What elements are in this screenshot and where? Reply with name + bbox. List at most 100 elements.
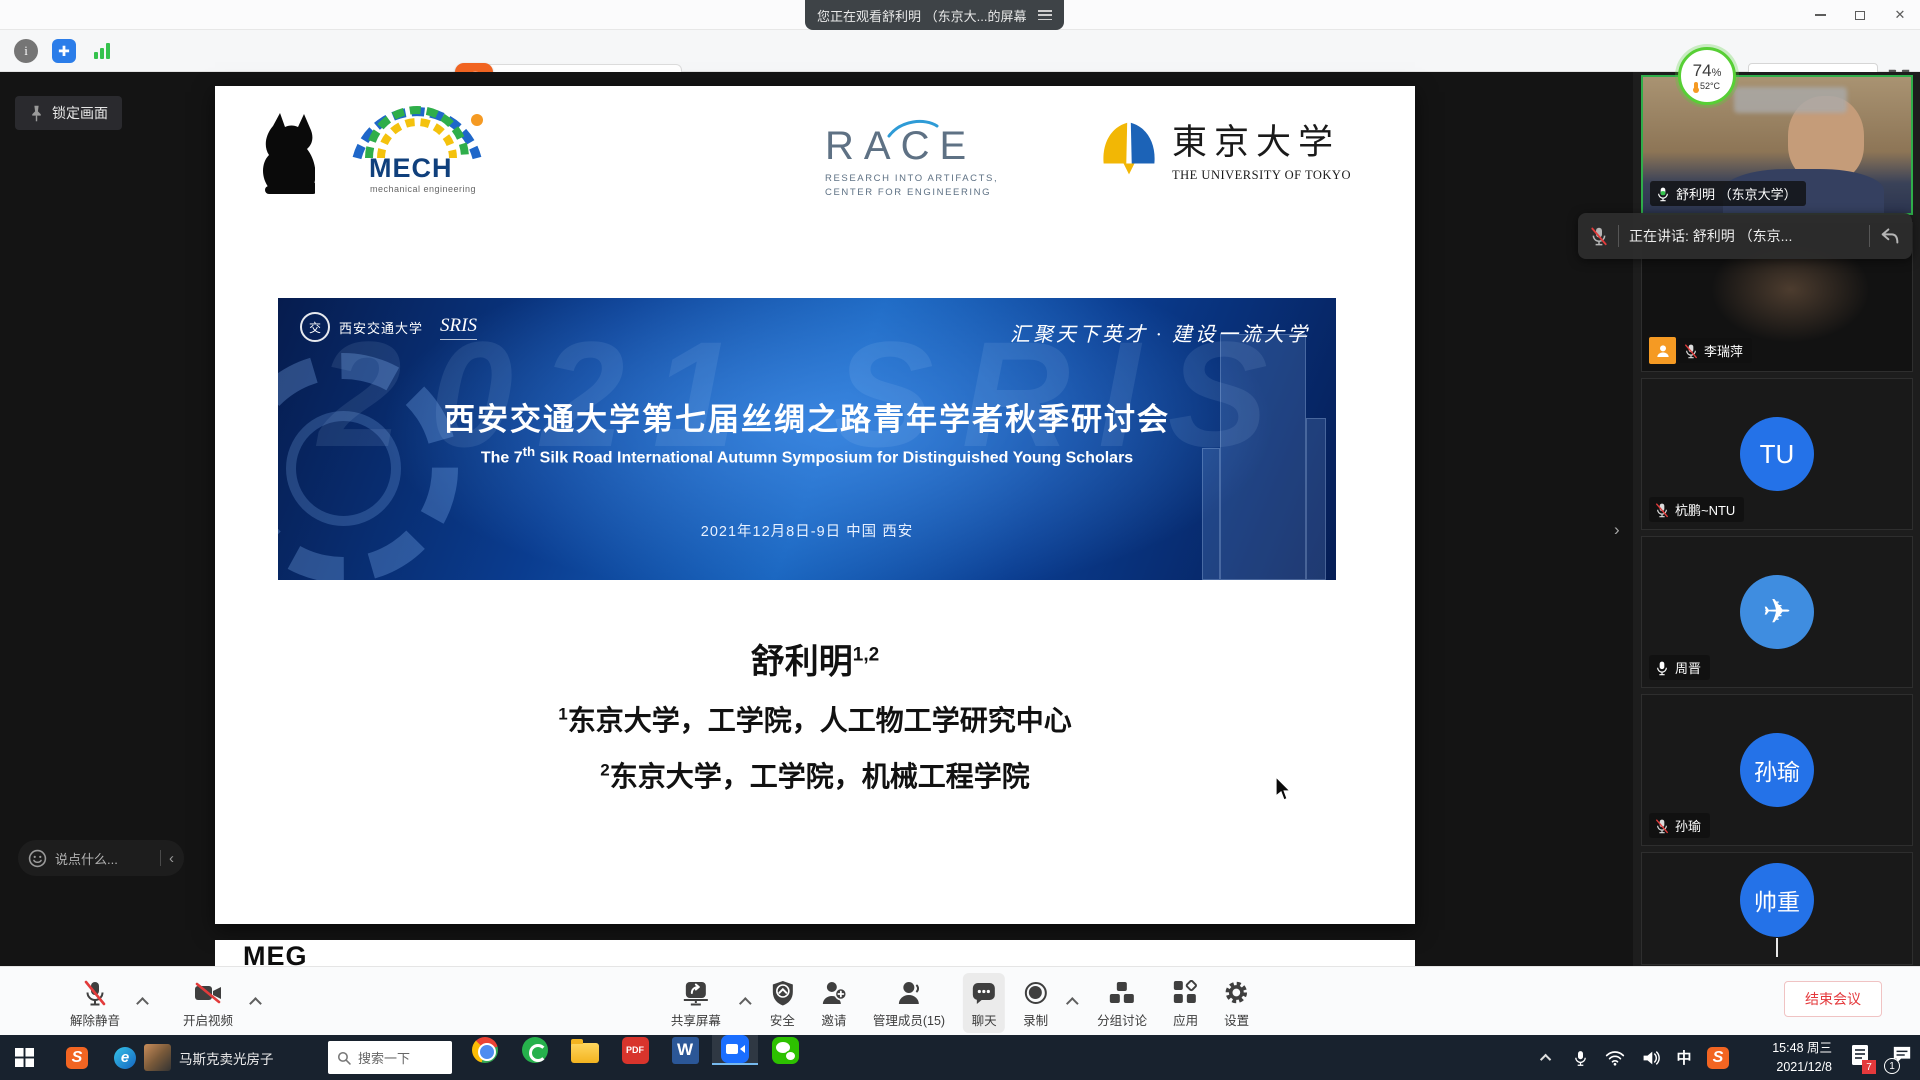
invite-button[interactable]: 邀请	[813, 973, 855, 1033]
race-subtitle-line1: RESEARCH INTO ARTIFACTS,	[825, 172, 1055, 186]
mech-subtitle: mechanical engineering	[370, 184, 503, 194]
participant-name: 杭鹏~NTU	[1675, 500, 1735, 519]
speaking-toast: 正在讲话: 舒利明 （东京...	[1578, 213, 1912, 259]
record-options-chevron[interactable]	[1066, 997, 1079, 1010]
mic-on-icon	[1656, 186, 1670, 202]
meeting-app-icon[interactable]	[712, 1035, 758, 1065]
author-block: 舒利明1,2 1东京大学，工学院，人工物工学研究中心 2东京大学，工学院，机械工…	[215, 634, 1415, 795]
apps-button[interactable]: 应用	[1165, 973, 1206, 1033]
video-tile[interactable]: 孙瑜 孙瑜	[1641, 694, 1913, 846]
windows-taskbar: S e 马斯克卖光房子 搜索一下 PDF W 中 S 15:48 周三 2021…	[0, 1035, 1920, 1080]
wechat-icon[interactable]	[762, 1035, 808, 1065]
xjtu-name: 西安交通大学	[339, 318, 423, 337]
share-screen-icon	[682, 979, 710, 1006]
window-title-bar: 您正在观看舒利明 （东京大...的屏幕 ✕	[0, 0, 1920, 30]
maximize-button[interactable]	[1840, 0, 1880, 30]
race-title: RACE	[825, 126, 1055, 166]
tray-sogou-icon[interactable]: S	[1700, 1035, 1736, 1080]
document-badge: 7	[1862, 1060, 1876, 1074]
participant-name: 李瑞萍	[1704, 341, 1743, 360]
settings-button[interactable]: 设置	[1216, 973, 1257, 1033]
mic-muted-icon	[1684, 343, 1698, 359]
chat-collapse-icon[interactable]: ‹	[169, 850, 174, 867]
close-button[interactable]: ✕	[1880, 0, 1920, 30]
divider	[160, 850, 161, 866]
blur-region	[1734, 87, 1847, 113]
scroll-more-chevron[interactable]	[1776, 938, 1778, 956]
video-tile-speaker[interactable]: 舒利明 （东京大学）	[1641, 75, 1913, 215]
utokyo-logo: 東京大学 THE UNIVERSITY OF TOKYO	[1100, 114, 1351, 183]
xjtu-logo-block: 交 西安交通大学 SRIS	[300, 312, 477, 342]
chat-button[interactable]: 聊天	[963, 973, 1005, 1033]
start-video-button[interactable]: 开启视频	[175, 973, 241, 1033]
taskbar-search-box[interactable]: 搜索一下	[328, 1041, 452, 1074]
tray-document-icon[interactable]: 7	[1842, 1035, 1878, 1080]
record-button[interactable]: 录制	[1015, 973, 1056, 1033]
emoji-icon[interactable]	[28, 849, 47, 868]
battery-overlay: 74% 52°C	[1678, 47, 1736, 105]
action-center-icon[interactable]: 1	[1884, 1035, 1920, 1080]
banner-menu-icon[interactable]	[1038, 10, 1052, 20]
share-screen-button[interactable]: 共享屏幕	[663, 973, 729, 1033]
share-options-chevron[interactable]	[739, 997, 752, 1010]
security-button[interactable]: 安全	[762, 973, 803, 1033]
news-thumbnail	[144, 1044, 171, 1071]
audio-options-chevron[interactable]	[136, 997, 149, 1010]
building-graphic-wing2	[1202, 448, 1220, 580]
mic-on-icon	[1655, 660, 1669, 676]
affiliation-1: 1东京大学，工学院，人工物工学研究中心	[215, 699, 1415, 739]
chat-placeholder[interactable]: 说点什么...	[55, 849, 152, 868]
sogou-taskbar-icon[interactable]: S	[55, 1035, 99, 1080]
green-browser-icon[interactable]	[512, 1035, 558, 1065]
mic-muted-icon	[1590, 226, 1608, 246]
affiliation-2: 2东京大学，工学院，机械工程学院	[215, 755, 1415, 795]
lock-view-button[interactable]: 锁定画面	[15, 96, 122, 130]
health-shield-icon[interactable]: ✚	[52, 39, 76, 63]
chrome-icon[interactable]	[462, 1035, 508, 1065]
speaking-toast-text: 正在讲话: 舒利明 （东京...	[1629, 226, 1859, 246]
news-headline[interactable]: 马斯克卖光房子	[179, 1048, 274, 1068]
next-page-peek: MEG	[215, 940, 1415, 966]
word-icon[interactable]: W	[662, 1035, 708, 1065]
taskbar-news-widget[interactable]: e 马斯克卖光房子	[108, 1035, 280, 1080]
quick-chat-input[interactable]: 说点什么... ‹	[18, 840, 184, 876]
video-options-chevron[interactable]	[249, 997, 262, 1010]
symposium-title-en: The 7th Silk Road International Autumn S…	[278, 444, 1336, 467]
divider	[1869, 225, 1870, 247]
mouse-cursor	[1274, 776, 1294, 802]
tray-wifi-icon[interactable]	[1598, 1035, 1632, 1080]
mech-logo: MECH mechanical engineering	[343, 100, 503, 194]
tray-input-indicator[interactable]: 中	[1668, 1035, 1700, 1080]
pdf-reader-icon[interactable]: PDF	[612, 1035, 658, 1065]
members-icon	[896, 979, 922, 1006]
invite-person-icon	[821, 979, 847, 1006]
unmute-button[interactable]: 解除静音	[62, 973, 128, 1033]
tray-volume-icon[interactable]	[1634, 1035, 1668, 1080]
end-meeting-button[interactable]: 结束会议	[1784, 981, 1882, 1017]
search-placeholder[interactable]: 搜索一下	[358, 1048, 410, 1067]
avatar-initials: 孙瑜	[1740, 733, 1814, 807]
tray-mic-icon[interactable]	[1564, 1035, 1596, 1080]
network-signal-icon[interactable]	[94, 43, 110, 59]
start-button[interactable]	[0, 1035, 48, 1080]
participant-name: 舒利明 （东京大学）	[1676, 184, 1797, 203]
meeting-info-icon[interactable]: i	[14, 39, 38, 63]
taskbar-clock[interactable]: 15:48 周三 2021/12/8	[1738, 1035, 1834, 1080]
reply-arrow-icon[interactable]	[1880, 227, 1900, 245]
sidebar-collapse-icon[interactable]: ›	[1614, 520, 1620, 540]
presentation-slide: MECH mechanical engineering RACE RESEARC…	[215, 86, 1415, 924]
tray-overflow-chevron[interactable]	[1532, 1035, 1562, 1080]
video-tile[interactable]: ✈ 周晋	[1641, 536, 1913, 688]
video-tile[interactable]: TU 杭鹏~NTU	[1641, 378, 1913, 530]
meeting-top-toolbar: i ✚ S 中 ’, 02:02:1 74% 52°C	[0, 30, 1920, 72]
manage-members-button[interactable]: 管理成员(15)	[865, 973, 953, 1033]
file-explorer-icon[interactable]	[562, 1035, 608, 1065]
breakout-rooms-button[interactable]: 分组讨论	[1089, 973, 1155, 1033]
breakout-blocks-icon	[1109, 979, 1135, 1006]
utokyo-name-en: THE UNIVERSITY OF TOKYO	[1172, 168, 1351, 183]
participant-video-strip: › 舒利明 （东京大学） 正在讲话: 舒利明 （东京...	[1633, 72, 1920, 966]
minimize-button[interactable]	[1800, 0, 1840, 30]
utokyo-name-cn: 東京大学	[1172, 114, 1351, 165]
video-tile-partial[interactable]: 帅重	[1641, 852, 1913, 965]
avatar-plane-icon: ✈	[1740, 575, 1814, 649]
